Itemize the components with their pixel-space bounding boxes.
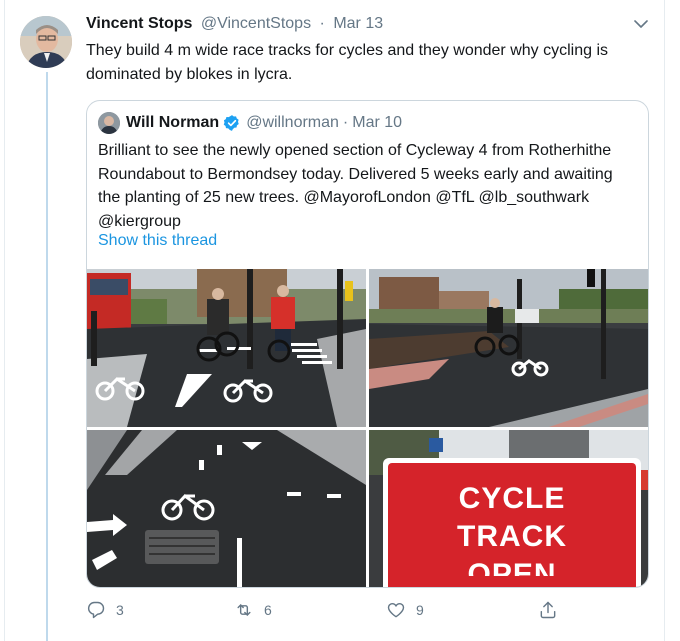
- photo-grid: CYCLE TRACK OPEN: [87, 269, 648, 587]
- chevron-down-icon[interactable]: [632, 15, 650, 33]
- reply-count: 3: [116, 602, 124, 618]
- quote-author-handle: @willnorman: [246, 114, 339, 131]
- show-thread-link[interactable]: Show this thread: [98, 232, 217, 250]
- sign-text: CYCLE TRACK OPEN: [388, 480, 636, 576]
- quote-author-name: Will Norman: [126, 114, 220, 131]
- quoted-tweet-card[interactable]: Will Norman @willnorman · Mar 10 Brillia…: [86, 100, 649, 588]
- quote-header-separator: ·: [342, 114, 349, 131]
- quote-date: Mar 10: [352, 114, 403, 131]
- tweet-actions: 3 6 9: [86, 600, 566, 624]
- like-count: 9: [416, 602, 424, 618]
- timeline-border-left: [4, 0, 5, 641]
- retweet-button[interactable]: 6: [234, 600, 272, 620]
- tweet-date[interactable]: Mar 13: [333, 15, 383, 32]
- like-button[interactable]: 9: [386, 600, 424, 620]
- tweet-text: They build 4 m wide race tracks for cycl…: [86, 42, 608, 83]
- photo-cycle-track-sign[interactable]: CYCLE TRACK OPEN: [369, 430, 648, 587]
- quote-header: Will Norman @willnorman · Mar 10: [126, 113, 402, 133]
- photo-track-markings[interactable]: [87, 430, 366, 587]
- timeline-border-right: [664, 0, 665, 641]
- quote-author-avatar: [98, 112, 120, 134]
- thread-connector-line: [46, 72, 48, 641]
- retweet-count: 6: [264, 602, 272, 618]
- photo-cyclists-crossing[interactable]: [87, 269, 366, 427]
- share-icon: [540, 601, 556, 619]
- header-separator: ·: [319, 15, 325, 32]
- sign-line-1: CYCLE: [458, 482, 566, 515]
- author-handle[interactable]: @VincentStops: [201, 15, 311, 32]
- sign-line-3: OPEN: [467, 558, 557, 576]
- sign-line-2: TRACK: [457, 520, 567, 553]
- like-icon: [387, 602, 405, 618]
- photo-roundabout-cyclist[interactable]: [369, 269, 648, 427]
- tweet-header: Vincent Stops @VincentStops · Mar 13: [86, 14, 383, 34]
- reply-icon: [87, 601, 105, 619]
- share-button[interactable]: [538, 600, 558, 620]
- avatar-photo: [20, 16, 72, 68]
- quote-text: Brilliant to see the newly opened sectio…: [98, 142, 613, 230]
- author-name[interactable]: Vincent Stops: [86, 15, 192, 32]
- reply-button[interactable]: 3: [86, 600, 124, 620]
- author-avatar[interactable]: [20, 16, 72, 68]
- verified-badge-icon: [223, 115, 239, 131]
- retweet-icon: [237, 604, 251, 616]
